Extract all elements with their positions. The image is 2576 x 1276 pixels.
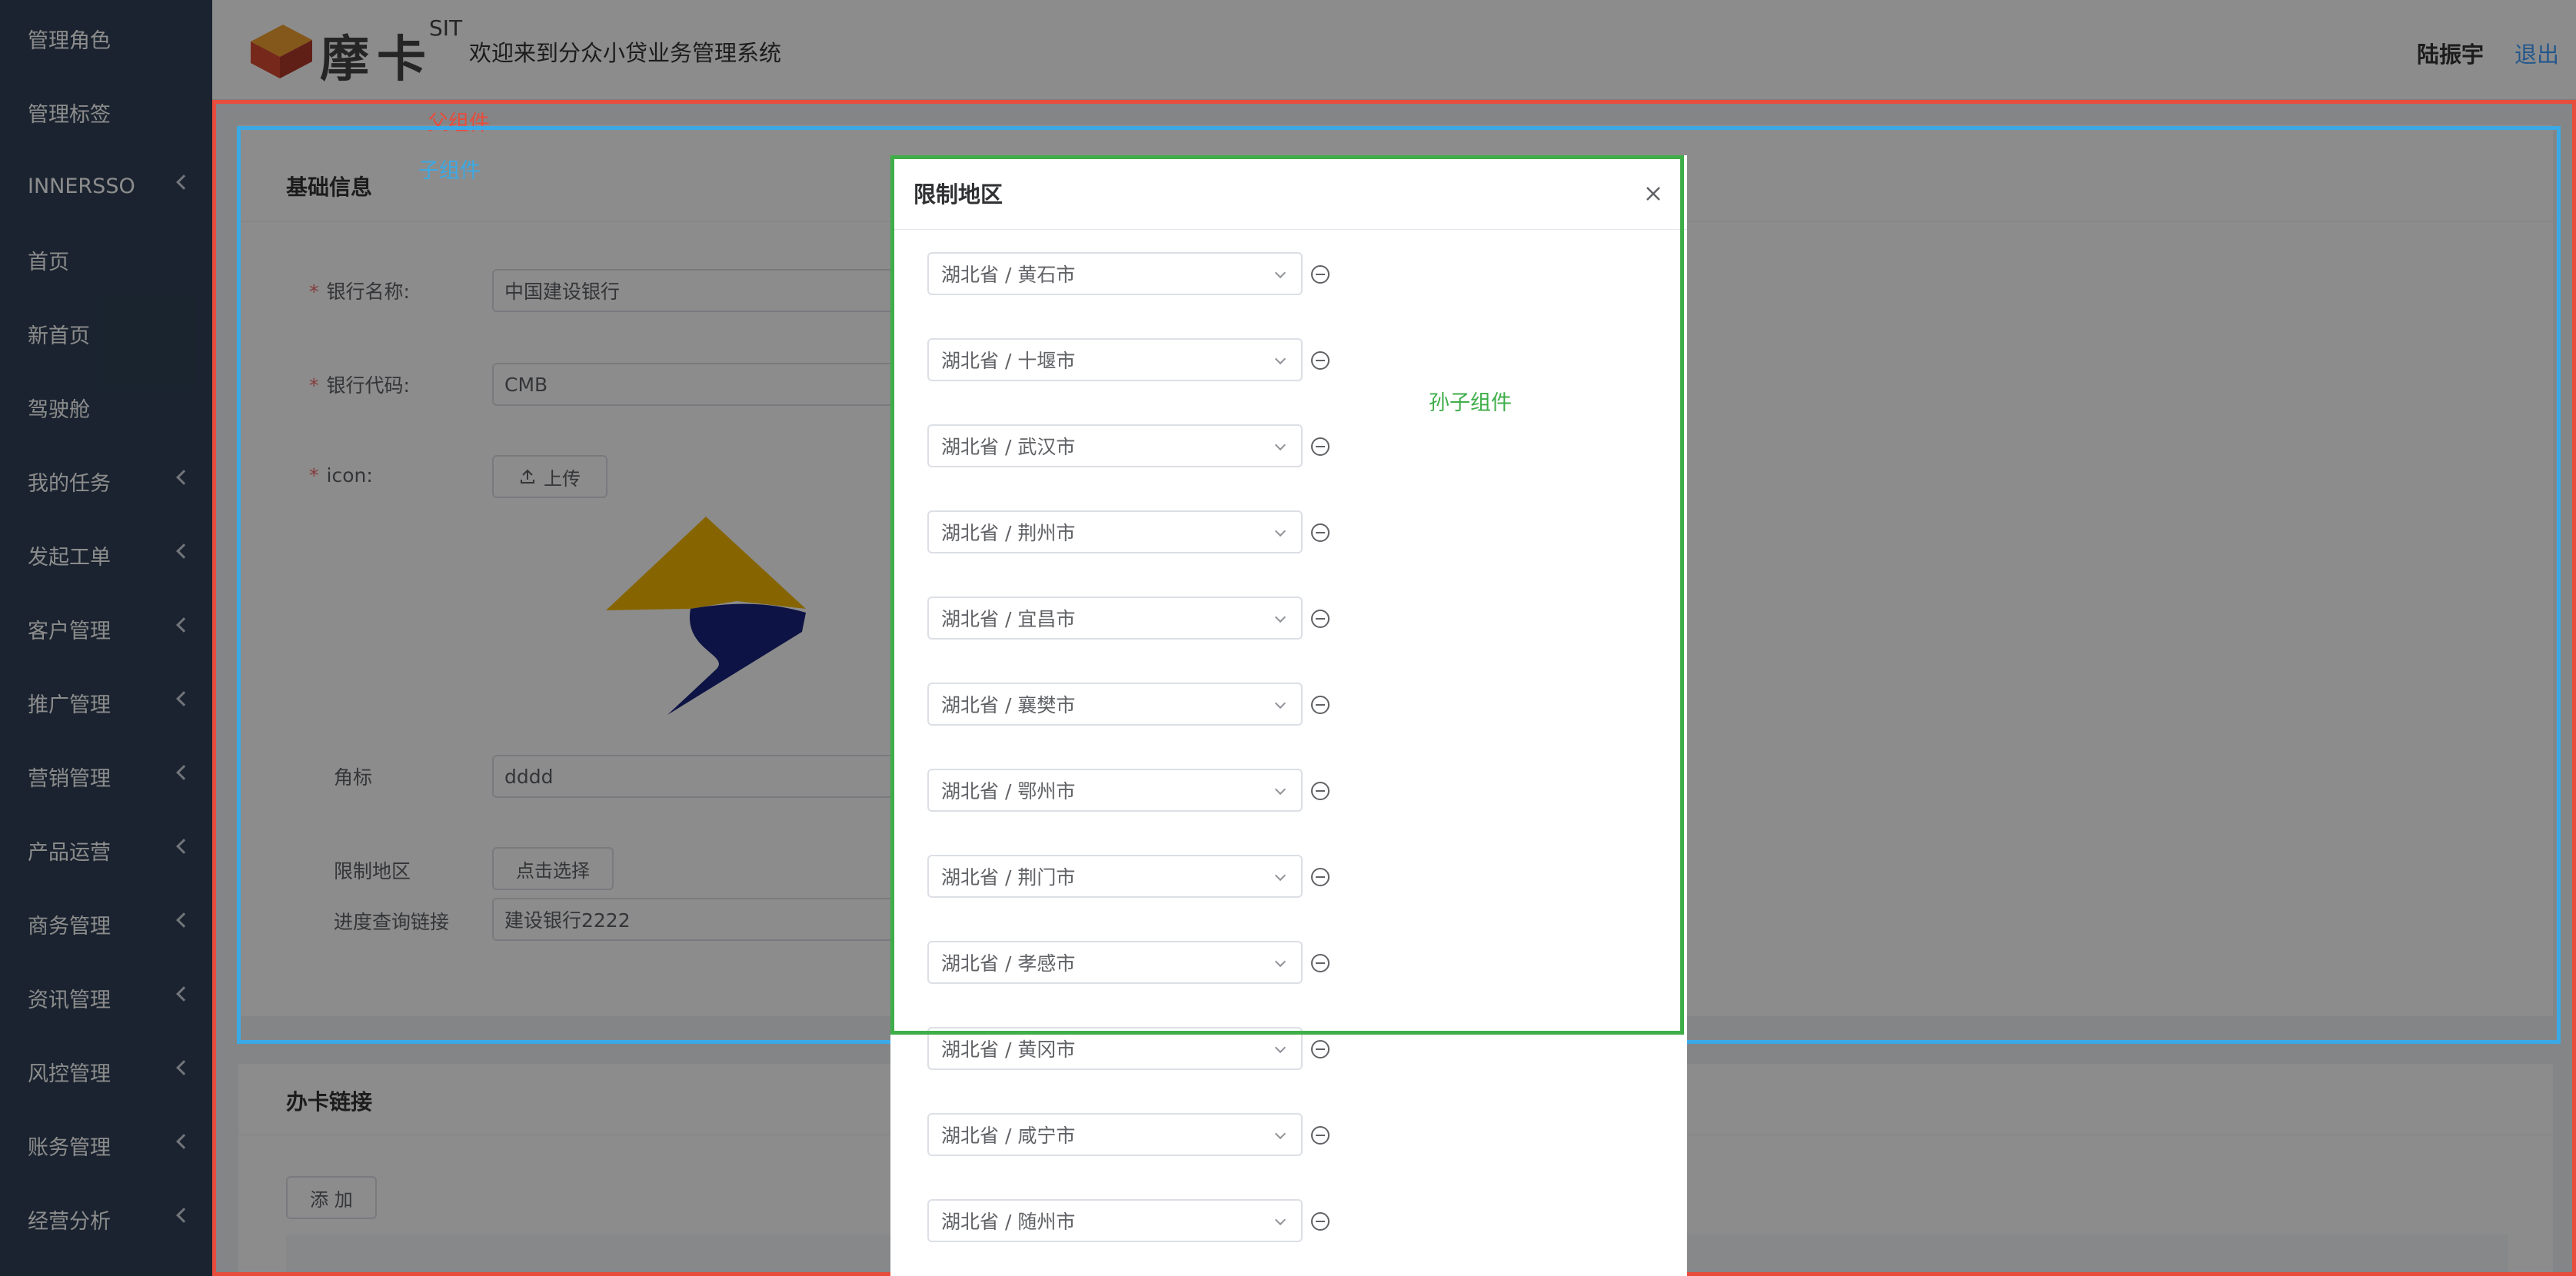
remove-circle-icon[interactable] <box>1310 1125 1330 1145</box>
child-component-label: 子组件 <box>418 159 481 183</box>
grandchild-component-outline <box>890 155 1684 1035</box>
region-value: 湖北省 / 黄冈市 <box>941 1038 1076 1061</box>
region-value: 湖北省 / 随州市 <box>941 1211 1076 1233</box>
region-cascader[interactable]: 湖北省 / 随州市 <box>927 1199 1303 1242</box>
remove-circle-icon[interactable] <box>1310 1039 1330 1059</box>
region-cascader[interactable]: 湖北省 / 咸宁市 <box>927 1113 1303 1156</box>
remove-circle-icon[interactable] <box>1310 1211 1330 1231</box>
region-value: 湖北省 / 咸宁市 <box>941 1125 1076 1147</box>
chevron-down-icon <box>1274 1042 1286 1054</box>
chevron-down-icon <box>1274 1214 1286 1226</box>
chevron-down-icon <box>1274 1128 1286 1140</box>
